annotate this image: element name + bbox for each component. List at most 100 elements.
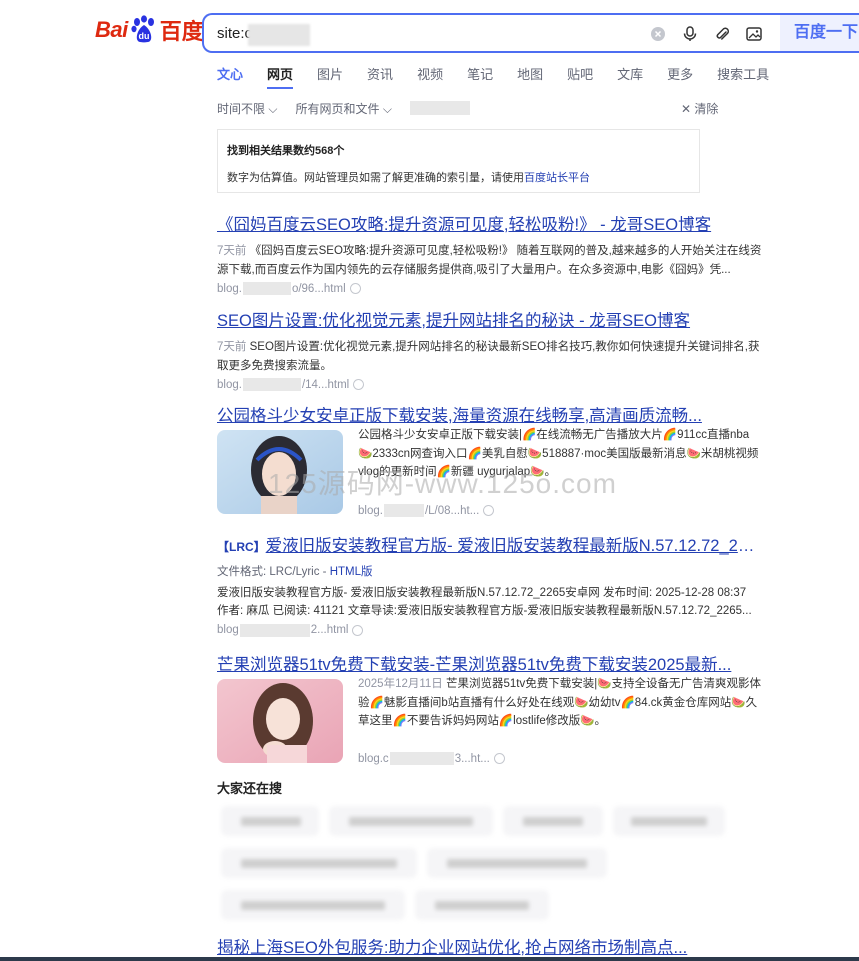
related-search-chip[interactable] [329,806,493,836]
result-url[interactable]: blog. o/96...html [217,282,762,295]
file-tag: 【LRC】 [217,540,266,554]
tab-tieba[interactable]: 贴吧 [567,64,593,83]
search-button[interactable]: 百度一下 [780,13,859,53]
scope-filter[interactable]: 所有网页和文件 ⌵ [295,100,391,117]
file-format-value: LRC/Lyric - [269,566,327,578]
url-prefix: blog. [217,378,242,391]
search-result: SEO图片设置:优化视觉元素,提升网站排名的秘诀 - 龙哥SEO博客 7天前 S… [217,307,762,391]
shield-icon [349,283,361,294]
tab-wenku[interactable]: 文库 [617,64,643,83]
file-format-label: 文件格式: [217,566,267,578]
url-suffix: /14...html [301,378,350,391]
result-url[interactable]: blog 2...html [217,623,762,637]
clear-filter-button[interactable]: ✕ 清除 [681,100,718,117]
url-suffix: 2...html [310,624,349,636]
taskbar-edge [0,957,859,961]
tab-web[interactable]: 网页 [267,64,294,89]
result-title[interactable]: 揭秘上海SEO外包服务:助力企业网站优化,抢占网络市场制高点... [217,934,762,958]
tab-wenxin[interactable]: 文心 [217,64,243,83]
url-redaction [383,504,424,517]
result-abstract: 7天前 《囧妈百度云SEO攻略:提升资源可见度,轻松吸粉!》 随着互联网的普及,… [217,242,762,279]
estimate-note-text: 数字为估算值。网站管理员如需了解更准确的索引量，请使用 [227,172,524,184]
result-abstract: 7天前 SEO图片设置:优化视觉元素,提升网站排名的秘诀最新SEO排名技巧,教你… [217,338,762,375]
html-version-link[interactable]: HTML版 [330,566,373,578]
related-search-chip[interactable] [221,890,405,920]
related-search-chip[interactable] [221,806,319,836]
result-title-row[interactable]: 【LRC】爱液旧版安装教程官方版- 爱液旧版安装教程最新版N.57.12.72_… [217,532,762,556]
result-abstract-text: SEO图片设置:优化视觉元素,提升网站排名的秘诀最新SEO排名技巧,教你如何快速… [217,341,760,372]
tab-news[interactable]: 资讯 [367,64,393,83]
url-prefix: blog. [358,504,383,517]
search-result: 公园格斗少女安卓正版下载安装,海量资源在线畅享,高清画质流畅... 公园格斗少女… [217,402,762,517]
estimate-note: 数字为估算值。网站管理员如需了解更准确的索引量，请使用百度站长平台 [227,169,590,185]
chevron-down-icon: ⌵ [382,102,392,116]
tab-images[interactable]: 图片 [317,64,343,83]
related-searches-title: 大家还在搜 [217,781,283,796]
site-filter-redaction [409,101,470,115]
search-result: 【LRC】爱液旧版安装教程官方版- 爱液旧版安装教程最新版N.57.12.72_… [217,532,762,637]
paw-icon: du [129,15,159,45]
tab-search-tools[interactable]: 搜索工具 [717,64,769,83]
result-abstract-line: 爱液旧版安装教程官方版- 爱液旧版安装教程最新版N.57.12.72_2265安… [217,586,747,599]
scope-filter-label: 所有网页和文件 [295,102,380,116]
url-redaction [242,282,291,295]
tab-map[interactable]: 地图 [517,64,543,83]
search-result: 揭秘上海SEO外包服务:助力企业网站优化,抢占网络市场制高点... [217,934,762,958]
tab-more[interactable]: 更多 [667,64,693,83]
shield-icon [352,624,364,636]
file-format: 文件格式: LRC/Lyric - HTML版 [217,563,762,582]
result-date: 7天前 [217,341,247,353]
shield-icon [493,753,505,764]
search-result: 《囧妈百度云SEO攻略:提升资源可见度,轻松吸粉!》 - 龙哥SEO博客 7天前… [217,211,762,295]
result-abstract: 爱液旧版安装教程官方版- 爱液旧版安装教程最新版N.57.12.72_2265安… [217,584,762,621]
url-prefix: blog [217,624,239,636]
related-search-chip[interactable] [415,890,549,920]
related-search-chip[interactable] [221,848,417,878]
url-suffix: 3...ht... [454,752,490,765]
query-redaction [248,24,310,46]
microphone-icon[interactable] [680,24,700,44]
result-thumbnail[interactable] [217,679,343,763]
url-redaction [239,623,310,637]
related-search-chip[interactable] [427,848,607,878]
result-count: 找到相关结果数约568个 [227,145,345,157]
related-search-chip[interactable] [503,806,603,836]
shield-icon [483,505,495,516]
result-title: 爱液旧版安装教程官方版- 爱液旧版安装教程最新版N.57.12.72_226..… [265,537,762,555]
result-url[interactable]: blog. /14...html [217,378,762,391]
result-title[interactable]: 公园格斗少女安卓正版下载安装,海量资源在线畅享,高清画质流畅... [217,402,762,426]
url-redaction [242,378,301,391]
image-search-icon[interactable] [744,24,764,44]
url-prefix: blog.c [358,752,389,765]
result-date: 7天前 [217,245,247,257]
paw-text: du [138,31,149,41]
attachment-icon[interactable] [712,24,732,44]
time-filter[interactable]: 时间不限 ⌵ [217,100,277,117]
shield-icon [353,379,365,390]
result-title[interactable]: SEO图片设置:优化视觉元素,提升网站排名的秘诀 - 龙哥SEO博客 [217,307,762,331]
result-title[interactable]: 《囧妈百度云SEO攻略:提升资源可见度,轻松吸粉!》 - 龙哥SEO博客 [217,211,762,235]
logo-chinese: 百度 [159,20,204,45]
result-url[interactable]: blog. /L/08...ht... [358,504,495,517]
related-search-chip[interactable] [613,806,725,836]
result-abstract-line: 作者: 麻瓜 已阅读: 41121 文章导读:爱液旧版安装教程官方版-爱液旧版安… [217,605,752,617]
result-abstract: 2025年12月11日 芒果浏览器51tv免费下载安装|🍉支持全设备无广告清爽观… [358,675,762,731]
result-count-box: 找到相关结果数约568个 数字为估算值。网站管理员如需了解更准确的索引量，请使用… [217,129,700,193]
search-result: 芒果浏览器51tv免费下载安装-芒果浏览器51tv免费下载安装2025最新...… [217,651,762,765]
url-prefix: blog. [217,282,242,295]
search-tabs: 文心 网页 图片 资讯 视频 笔记 地图 贴吧 文库 更多 搜索工具 [217,64,793,89]
tab-notes[interactable]: 笔记 [467,64,493,83]
url-suffix: /L/08...ht... [424,504,480,517]
result-title[interactable]: 芒果浏览器51tv免费下载安装-芒果浏览器51tv免费下载安装2025最新... [217,651,762,675]
chevron-down-icon: ⌵ [268,102,278,116]
tab-video[interactable]: 视频 [417,64,443,83]
search-input[interactable]: site:c [202,13,782,53]
baidu-logo[interactable]: Bai du 百度 [95,14,204,46]
webmaster-link[interactable]: 百度站长平台 [524,172,590,184]
clear-icon[interactable] [648,24,668,44]
url-redaction [389,752,454,765]
close-icon: ✕ [681,102,692,116]
search-query: site:c [217,25,253,42]
clear-filter-label: 清除 [694,102,719,116]
result-url[interactable]: blog.c 3...ht... [358,752,505,765]
